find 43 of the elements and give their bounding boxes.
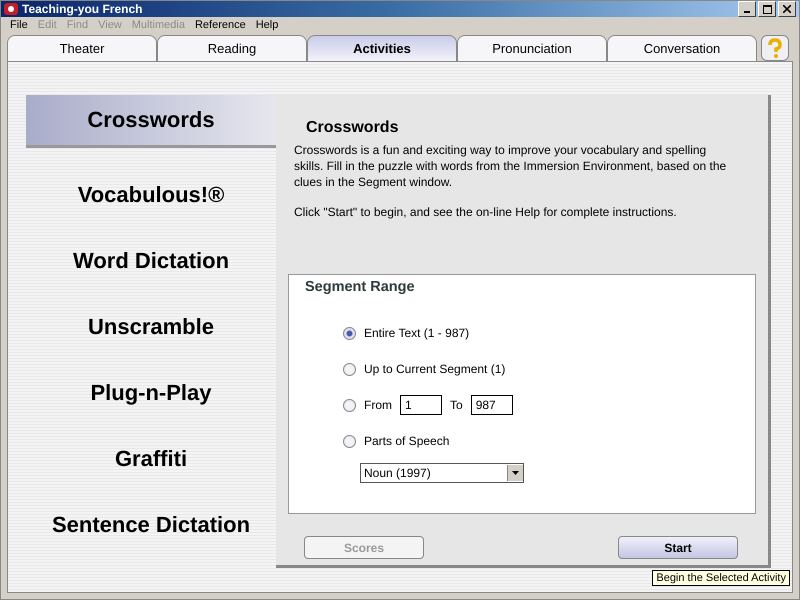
radio-label: Parts of Speech (364, 434, 450, 448)
start-button[interactable]: Start (618, 536, 738, 559)
radio-button[interactable] (343, 326, 356, 340)
menu-item[interactable]: File (5, 19, 33, 32)
activity-item[interactable]: Sentence Dictation (26, 494, 276, 556)
radio-button[interactable] (343, 398, 356, 412)
panel-title: Crosswords (306, 119, 400, 137)
activity-item[interactable]: Vocabulous!® (26, 164, 276, 226)
group-title: Segment Range (305, 279, 416, 295)
activity-item[interactable]: Unscramble (26, 296, 276, 358)
app-logo-icon (4, 3, 18, 16)
activity-item[interactable]: Graffiti (26, 428, 276, 490)
tab[interactable]: Reading (157, 35, 307, 61)
radio-button[interactable] (343, 434, 356, 448)
radio-label: Up to Current Segment (1) (364, 362, 506, 376)
close-icon (783, 5, 791, 14)
tab[interactable]: Activities (307, 35, 457, 61)
to-field[interactable]: 987 (470, 395, 513, 415)
tooltip: Begin the Selected Activity (652, 570, 790, 586)
tab[interactable]: Pronunciation (457, 35, 607, 61)
description-text: Click "Start" to begin, and see the on-line Help for complete instructions. (294, 204, 678, 220)
minimize-button[interactable] (738, 1, 756, 18)
maximize-button[interactable] (758, 1, 776, 18)
activity-item[interactable]: Plug-n-Play (26, 362, 276, 424)
tab[interactable]: Conversation (607, 35, 757, 61)
menu-item[interactable]: Reference (190, 19, 251, 32)
tab[interactable]: Theater (7, 35, 157, 61)
activity-item[interactable]: Word Dictation (26, 230, 276, 292)
help-button[interactable] (761, 35, 789, 61)
radio-label: From (364, 398, 392, 412)
menu-item[interactable]: Help (250, 19, 284, 32)
radio-label: Entire Text (1 - 987) (364, 326, 470, 340)
parts-of-speech-dropdown[interactable]: Noun (1997) (360, 463, 524, 483)
activity-item[interactable]: Crosswords (26, 95, 276, 148)
description-text: Crosswords is a fun and exciting way to improve your vocabulary and spelling skills. Fill in the puzzle with words from the Immersion Environment, based on the clues in the Segment window. (294, 142, 728, 190)
caret-icon (512, 471, 519, 475)
question-mark-icon (766, 38, 784, 58)
close-button[interactable] (778, 1, 796, 18)
maximize-icon (762, 4, 772, 14)
radio-button[interactable] (343, 362, 356, 376)
window-title: Teaching-you French (22, 2, 142, 16)
to-label: To (450, 398, 463, 412)
from-field[interactable]: 1 (400, 395, 442, 415)
